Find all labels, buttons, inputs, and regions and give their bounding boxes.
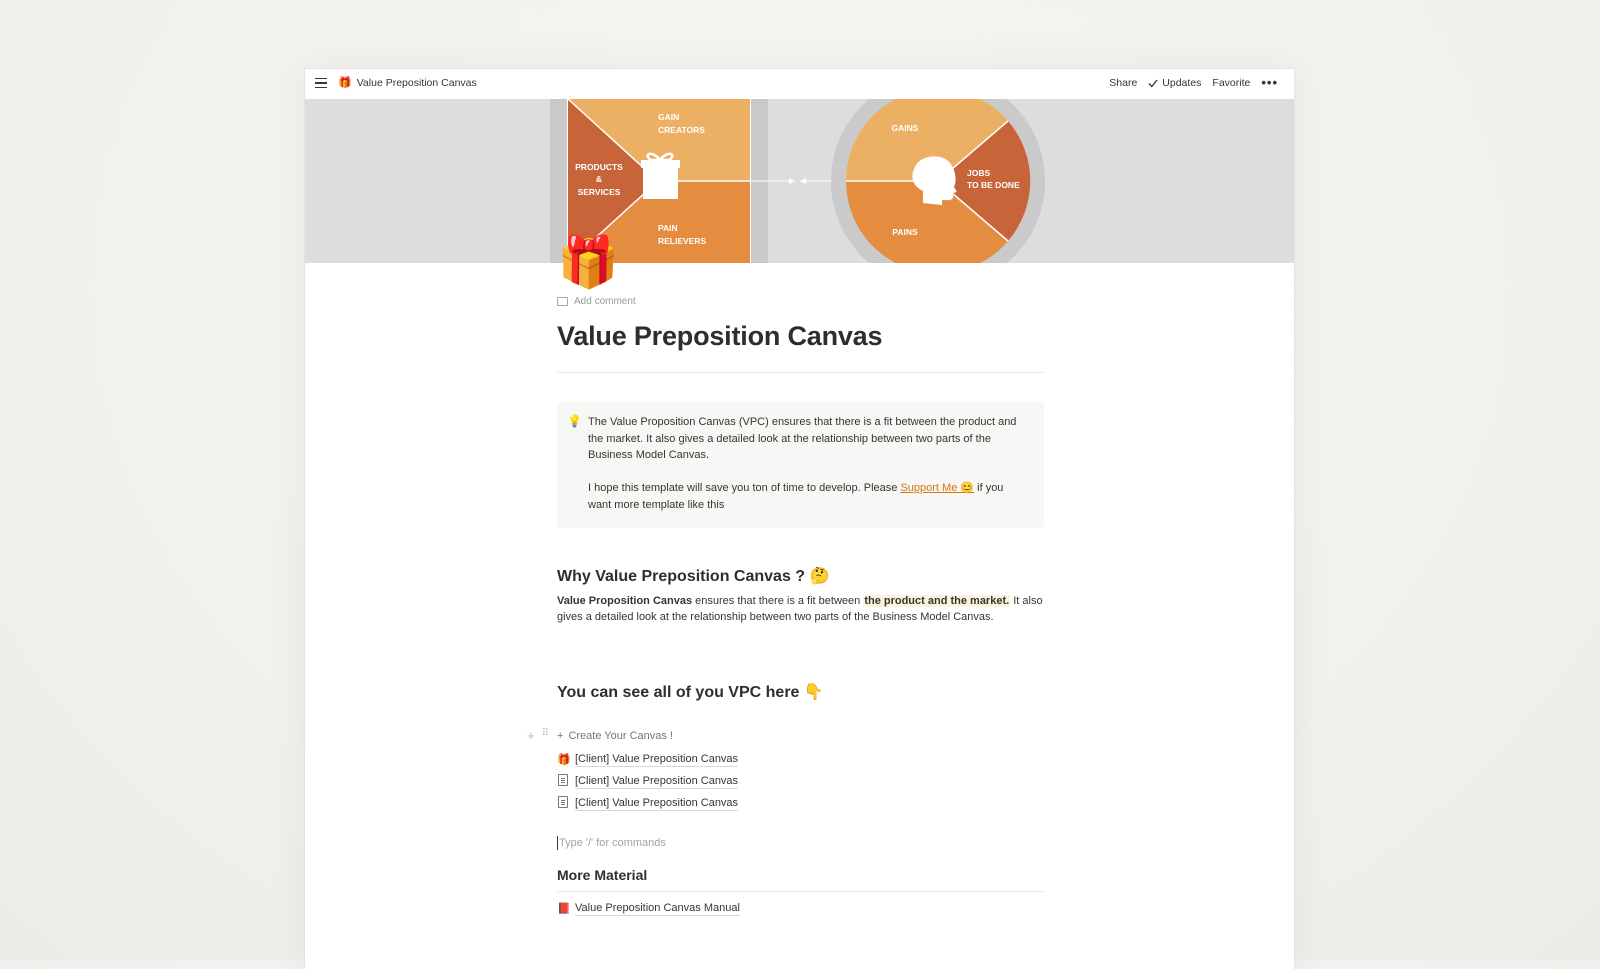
manual-link-label: Value Preposition Canvas Manual [575, 901, 740, 916]
lightbulb-icon[interactable]: 💡 [567, 413, 582, 430]
empty-block-input[interactable]: Type '/' for commands [557, 835, 1044, 850]
comment-icon [557, 296, 568, 306]
vpc-heading: You can see all of you VPC here 👇 [557, 683, 824, 701]
plus-icon: + [557, 729, 564, 742]
page-gift-icon[interactable]: 🎁 [557, 237, 619, 287]
callout-text-1: The Value Proposition Canvas (VPC) ensur… [588, 416, 1017, 462]
callout-text-2-start: I hope this template will save you ton o… [588, 482, 901, 495]
callout-text-2: I hope this template will save you ton o… [588, 480, 1028, 513]
why-heading: Why Value Preposition Canvas ? 🤔 [557, 567, 830, 585]
breadcrumb-title: Value Preposition Canvas [356, 76, 477, 89]
support-me-link[interactable]: Support Me 😊 [900, 482, 974, 494]
gain-creators-label: GAIN [658, 112, 679, 122]
updates-button[interactable]: Updates [1148, 77, 1201, 89]
breadcrumb[interactable]: 🎁 Value Preposition Canvas [338, 76, 477, 90]
products-label: PRODUCTS [575, 162, 623, 172]
drag-handle-icon[interactable]: ⠿ [542, 728, 549, 743]
page-link-label: [Client] Value Preposition Canvas [575, 752, 739, 767]
gift-box-icon [641, 152, 680, 199]
add-comment-button[interactable]: Add comment [557, 294, 1044, 308]
why-text-1: ensures that there is a fit between [692, 594, 864, 607]
add-comment-label: Add comment [574, 295, 636, 307]
top-actions: Share Updates Favorite ••• [1109, 76, 1278, 89]
favorite-button[interactable]: Favorite [1212, 77, 1250, 89]
page-content: Add comment Value Preposition Canvas 💡 T… [527, 294, 1044, 920]
list-item[interactable]: [Client] Value Preposition Canvas [557, 793, 1044, 815]
pains-label: PAINS [892, 227, 918, 237]
callout-block[interactable]: 💡 The Value Proposition Canvas (VPC) ens… [557, 402, 1044, 528]
block-handles: + ⠿ [527, 728, 549, 743]
jobs-label-2: TO BE DONE [967, 180, 1020, 190]
gains-label: GAINS [892, 123, 919, 133]
red-book-icon: 📕 [557, 903, 571, 916]
cover-image[interactable]: GAIN CREATORS PRODUCTS & SERVICES PAIN R… [305, 99, 1294, 263]
document-icon [557, 774, 569, 789]
canvas-links: 🎁 [Client] Value Preposition Canvas [Cli… [557, 749, 1044, 815]
pain-relievers-label-2: RELIEVERS [658, 236, 707, 246]
more-options-icon[interactable]: ••• [1261, 76, 1278, 89]
why-bold-lead: Value Proposition Canvas [557, 594, 693, 607]
gain-creators-label-2: CREATORS [658, 125, 705, 135]
gift-icon: 🎁 [557, 754, 571, 767]
topbar: 🎁 Value Preposition Canvas Share Updates… [305, 69, 1294, 99]
divider [557, 372, 1044, 373]
manual-page-link[interactable]: 📕 Value Preposition Canvas Manual [557, 898, 1044, 920]
more-material-heading: More Material [557, 866, 648, 883]
pain-relievers-label: PAIN [658, 223, 678, 233]
sidebar-toggle-icon[interactable] [315, 78, 327, 89]
updates-label: Updates [1162, 77, 1202, 89]
why-highlight: the product and the market. [863, 594, 1011, 607]
checkmark-icon [1148, 79, 1158, 87]
share-button[interactable]: Share [1109, 77, 1137, 89]
page-title[interactable]: Value Preposition Canvas [557, 321, 1044, 352]
page-link-label: [Client] Value Preposition Canvas [575, 774, 739, 789]
create-canvas-row: + ⠿ + Create Your Canvas ! [527, 728, 1044, 744]
list-item[interactable]: 🎁 [Client] Value Preposition Canvas [557, 749, 1044, 771]
why-paragraph: Value Proposition Canvas ensures that th… [557, 593, 1044, 626]
notion-window: 🎁 Value Preposition Canvas Share Updates… [305, 69, 1294, 969]
jobs-label: JOBS [967, 168, 990, 178]
products-label-2: & [596, 174, 602, 184]
products-label-3: SERVICES [578, 187, 621, 197]
page-link-label: [Client] Value Preposition Canvas [575, 796, 739, 811]
document-icon [557, 796, 569, 811]
vpc-diagram: GAIN CREATORS PRODUCTS & SERVICES PAIN R… [550, 99, 1045, 263]
list-item[interactable]: [Client] Value Preposition Canvas [557, 771, 1044, 793]
divider [557, 890, 1044, 892]
gift-icon: 🎁 [338, 77, 352, 89]
create-canvas-label: Create Your Canvas ! [568, 729, 674, 742]
add-block-icon[interactable]: + [527, 728, 535, 743]
create-canvas-button[interactable]: + Create Your Canvas ! [557, 730, 673, 742]
